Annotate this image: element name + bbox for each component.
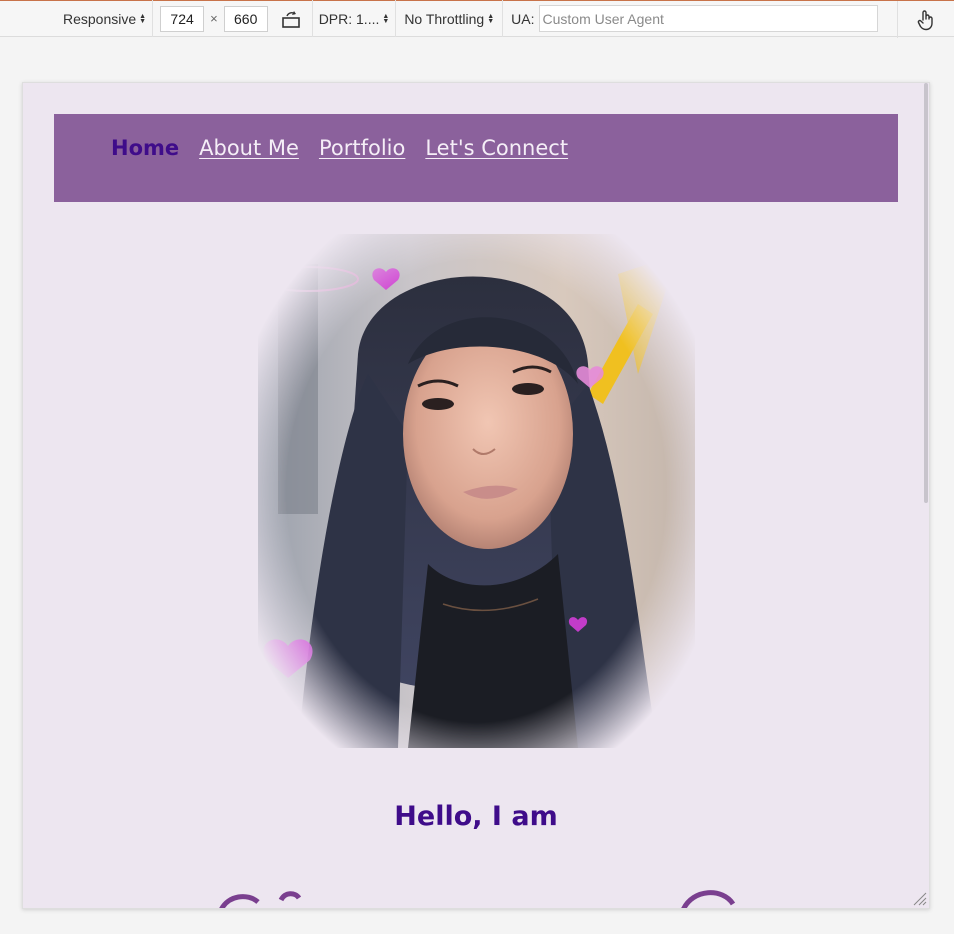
divider	[502, 0, 504, 37]
select-arrows-icon: ▲ ▼	[139, 12, 147, 25]
ua-label: UA:	[511, 10, 535, 27]
nav-link-lets-connect[interactable]: Let's Connect	[425, 136, 568, 160]
name-script-partial	[219, 890, 736, 908]
user-agent-input[interactable]	[538, 5, 878, 32]
viewport-scrollbar[interactable]	[924, 83, 928, 503]
select-arrows-icon: ▲ ▼	[487, 12, 495, 25]
resize-handle-icon[interactable]	[911, 890, 927, 906]
divider	[152, 0, 154, 37]
select-arrows-icon: ▲ ▼	[382, 12, 390, 25]
nav-link-about-me[interactable]: About Me	[199, 136, 299, 160]
device-mode-select[interactable]: Responsive ▲ ▼	[57, 11, 152, 27]
nav-link-home[interactable]: Home	[111, 136, 179, 160]
rotate-icon[interactable]	[276, 0, 306, 37]
nav-link-portfolio[interactable]: Portfolio	[319, 136, 405, 160]
throttling-select[interactable]: No Throttling ▲ ▼	[396, 11, 502, 27]
hero-greeting: Hello, I am	[394, 801, 558, 832]
dpr-label: DPR: 1....	[318, 10, 380, 27]
dpr-select[interactable]: DPR: 1.... ▲ ▼	[313, 11, 396, 27]
profile-photo	[250, 226, 703, 764]
emulated-viewport: Home About Me Portfolio Let's Connect He…	[22, 82, 930, 909]
throttling-label: No Throttling	[404, 10, 485, 27]
dimension-separator: ×	[210, 11, 218, 26]
viewport-width-input[interactable]	[160, 5, 205, 32]
profile-photo-image	[258, 234, 695, 748]
site-nav: Home About Me Portfolio Let's Connect	[54, 114, 898, 202]
viewport-height-input[interactable]	[223, 5, 268, 32]
device-toolbar: Responsive ▲▼ × DPR: 1.... ▲▼ No Throttl…	[0, 0, 954, 38]
touch-simulation-icon[interactable]	[897, 1, 954, 38]
device-mode-label: Responsive	[63, 10, 137, 27]
